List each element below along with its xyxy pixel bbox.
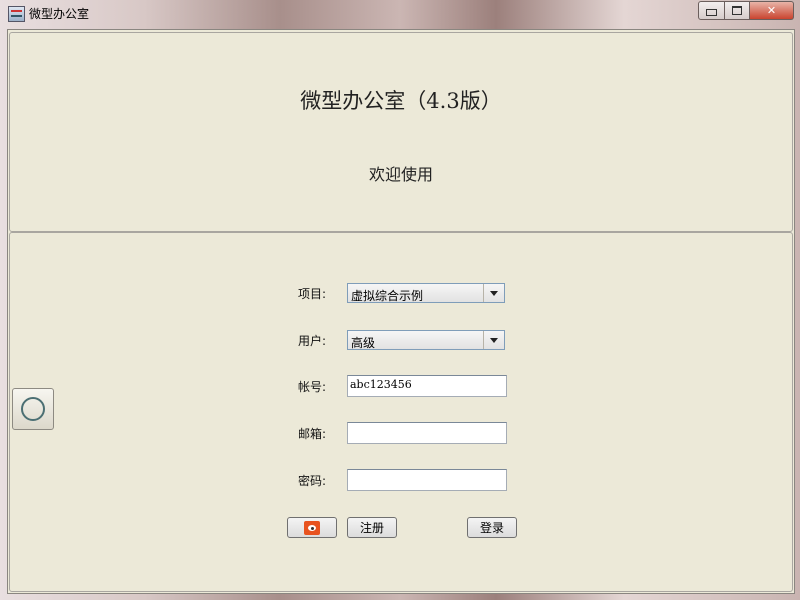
login-button[interactable]: 登录 (467, 517, 517, 538)
project-select[interactable]: 虚拟综合示例 (347, 283, 505, 303)
welcome-text: 欢迎使用 (368, 165, 433, 184)
password-label: 密码: (298, 474, 327, 488)
account-input[interactable]: abc123456 (347, 375, 507, 397)
project-dropdown-button[interactable] (483, 284, 504, 302)
window-controls: ✕ (698, 1, 794, 20)
register-button[interactable]: 注册 (347, 517, 397, 538)
app-icon (8, 6, 25, 22)
account-label: 帐号: (298, 380, 327, 394)
circle-icon (21, 397, 45, 421)
close-icon: ✕ (766, 4, 777, 17)
side-circle-button[interactable] (12, 388, 54, 430)
user-select-value: 高级 (351, 336, 376, 350)
window-title: 微型办公室 (29, 7, 90, 21)
close-button[interactable]: ✕ (750, 1, 794, 20)
app-title: 微型办公室（4.3版） (300, 89, 502, 113)
maximize-icon (732, 6, 742, 15)
chevron-down-icon (490, 290, 498, 296)
header-panel: 微型办公室（4.3版） 欢迎使用 (9, 32, 793, 232)
minimize-icon (706, 9, 717, 16)
chevron-down-icon (490, 337, 498, 343)
user-select[interactable]: 高级 (347, 330, 505, 350)
maximize-button[interactable] (725, 1, 750, 20)
user-dropdown-button[interactable] (483, 331, 504, 349)
client-area: 微型办公室（4.3版） 欢迎使用 项目: 虚拟综合示例 用户: 高级 帐号: a… (7, 29, 795, 594)
email-input[interactable] (347, 422, 507, 444)
project-label: 项目: (298, 287, 327, 301)
password-input[interactable] (347, 469, 507, 491)
weibo-icon (304, 520, 320, 535)
title-bar[interactable]: 微型办公室 ✕ (0, 0, 800, 26)
minimize-button[interactable] (698, 1, 725, 20)
email-label: 邮箱: (298, 427, 327, 441)
login-form-panel: 项目: 虚拟综合示例 用户: 高级 帐号: abc123456 邮箱: 密码: … (9, 232, 793, 592)
weibo-button[interactable] (287, 517, 337, 538)
user-label: 用户: (298, 334, 327, 348)
project-select-value: 虚拟综合示例 (351, 289, 424, 303)
